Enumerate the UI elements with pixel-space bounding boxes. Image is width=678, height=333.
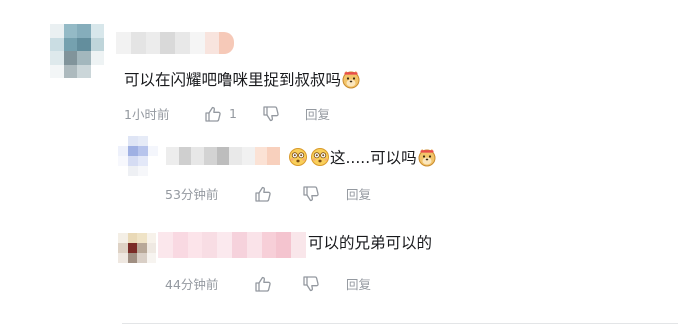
- reply-1-dislike-button[interactable]: [302, 185, 320, 203]
- reply-2-reply-button[interactable]: 回复: [346, 277, 371, 293]
- avatar-main-comment[interactable]: [50, 24, 104, 78]
- reply-1-text: 这.....可以吗: [330, 149, 417, 167]
- like-count: 1: [229, 106, 237, 121]
- reply-1-like-button[interactable]: [254, 185, 272, 203]
- avatar-reply-1[interactable]: [118, 136, 158, 176]
- dizzy-face-emoji-icon: [310, 147, 330, 167]
- reply-button[interactable]: 回复: [305, 107, 330, 123]
- dislike-button[interactable]: [262, 105, 280, 123]
- reply-1-reply-button[interactable]: 回复: [346, 187, 371, 203]
- reply-2-dislike-button[interactable]: [302, 275, 320, 293]
- username-main-comment[interactable]: [116, 32, 234, 54]
- like-button[interactable]: 1: [204, 105, 244, 125]
- reply-2-like-button[interactable]: [254, 275, 272, 293]
- avatar-reply-2[interactable]: [118, 233, 156, 263]
- reply-2-text: 可以的兄弟可以的: [308, 234, 433, 252]
- thumb-down-icon: [303, 276, 319, 292]
- comment-content: 可以在闪耀吧噜咪里捉到叔叔吗: [124, 69, 361, 90]
- comment-text: 可以在闪耀吧噜咪里捉到叔叔吗: [124, 71, 342, 89]
- thumb-up-icon: [205, 106, 221, 122]
- username-reply-2[interactable]: [158, 232, 306, 258]
- thumb-up-icon: [255, 186, 271, 202]
- thumb-down-icon: [263, 106, 279, 122]
- reply-2-time: 44分钟前: [165, 277, 219, 292]
- reply-1-content: 这.....可以吗: [288, 147, 437, 168]
- thumb-up-icon: [255, 276, 271, 292]
- dizzy-face-emoji-icon: [288, 147, 308, 167]
- doge-emoji-icon: [341, 69, 361, 89]
- reply-1-time: 53分钟前: [165, 187, 219, 202]
- doge-emoji-icon: [417, 147, 437, 167]
- username-reply-1[interactable]: [166, 147, 280, 165]
- divider: [122, 323, 678, 324]
- thumb-down-icon: [303, 186, 319, 202]
- comment-time: 1小时前: [124, 107, 170, 122]
